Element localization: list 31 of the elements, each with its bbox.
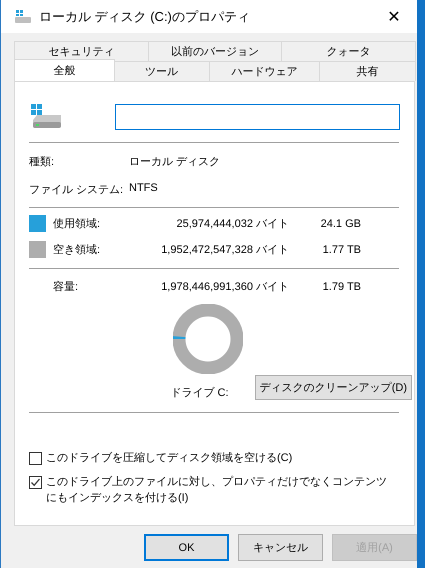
space-bytes: 25,974,444,032 バイト <box>176 217 289 231</box>
checkbox-label[interactable]: このドライブを圧縮してディスク領域を空ける(C) <box>46 450 292 466</box>
info-value: ローカル ディスク <box>129 155 222 169</box>
space-size: 24.1 GB <box>320 218 361 230</box>
dialog-button[interactable]: OK <box>144 534 230 561</box>
capacity-bytes: 1,978,446,991,360 バイト <box>161 280 289 294</box>
space-label: 使用領域: <box>53 217 102 231</box>
info-label: ファイル システム: <box>29 183 124 197</box>
tab[interactable]: クォータ <box>281 41 416 61</box>
drive-label: ドライブ C: <box>170 386 229 400</box>
capacity-label: 容量: <box>53 280 80 294</box>
disk-cleanup-button[interactable]: ディスクのクリーンアップ(D) <box>254 375 412 400</box>
drive-icon <box>15 10 31 24</box>
tab[interactable]: 共有 <box>319 61 416 81</box>
name-field[interactable] <box>115 104 400 130</box>
dialog-button[interactable]: キャンセル <box>238 534 323 561</box>
info-value: NTFS <box>129 182 159 196</box>
space-bytes: 1,952,472,547,328 バイト <box>161 243 289 257</box>
checkbox-label[interactable]: このドライブ上のファイルに対し、プロパティだけでなくコンテンツにもインデックスを付ける(I) <box>46 474 389 506</box>
space-label: 空き領域: <box>53 242 102 257</box>
drive-icon <box>31 104 61 130</box>
space-size: 1.77 TB <box>322 244 361 256</box>
tab[interactable]: 全般 <box>14 59 115 81</box>
window-title: ローカル ディスク (C:)のプロパティ <box>39 8 251 26</box>
info-label: 種類: <box>29 155 56 169</box>
tab[interactable]: セキュリティ <box>14 41 149 61</box>
close-button[interactable]: ✕ <box>371 0 417 33</box>
capacity-size: 1.79 TB <box>322 280 361 292</box>
checkbox[interactable] <box>29 476 42 489</box>
usage-ring-track <box>172 304 242 374</box>
checkbox[interactable] <box>29 452 42 465</box>
